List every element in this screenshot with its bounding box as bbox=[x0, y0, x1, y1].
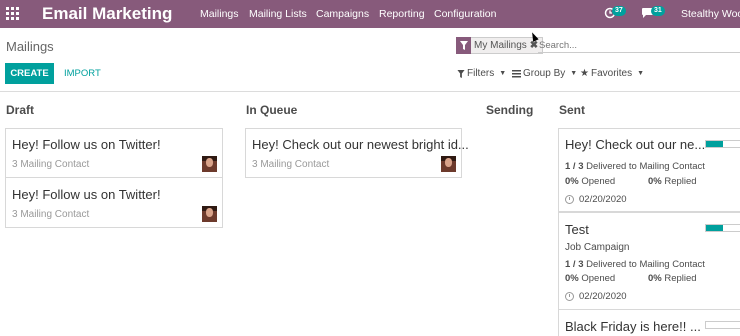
filters-label: Filters bbox=[467, 68, 495, 79]
user-menu[interactable]: Stealthy Wood bbox=[681, 8, 740, 20]
search-input[interactable] bbox=[538, 38, 740, 53]
favorites-dropdown[interactable]: ★ Favorites ▼ bbox=[580, 68, 644, 79]
replied-stat: 0% Replied bbox=[648, 273, 697, 284]
replied-label: Replied bbox=[664, 273, 697, 284]
kanban-card[interactable]: Test Job Campaign 1 / 3 Delivered to Mai… bbox=[558, 212, 740, 310]
messages-count-badge: 31 bbox=[651, 6, 665, 16]
delivered-count: 1 / 3 bbox=[565, 161, 584, 172]
replied-stat: 0% Replied bbox=[648, 176, 697, 187]
group-by-icon bbox=[512, 69, 521, 77]
opened-label: Opened bbox=[581, 176, 616, 187]
card-title: Hey! Follow us on Twitter! bbox=[12, 137, 161, 152]
replied-value: 0% bbox=[648, 176, 662, 187]
sent-date: 02/20/2020 bbox=[579, 194, 627, 205]
favorites-label: Favorites bbox=[590, 68, 633, 79]
facet-label: My Mailings bbox=[474, 40, 527, 51]
menu-mailings[interactable]: Mailings bbox=[200, 8, 239, 20]
column-title-sending: Sending bbox=[486, 103, 534, 117]
menu-campaigns[interactable]: Campaigns bbox=[316, 8, 369, 20]
opened-value: 0% bbox=[565, 273, 579, 284]
card-title: Hey! Check out our newest bright id... bbox=[252, 137, 469, 152]
kanban-card[interactable]: Black Friday is here!! ... bbox=[558, 309, 740, 336]
sent-date: 02/20/2020 bbox=[579, 291, 627, 302]
apps-grid-icon[interactable] bbox=[6, 7, 20, 21]
kanban-card[interactable]: Hey! Check out our ne... 1 / 3 Delivered… bbox=[558, 128, 740, 212]
menu-configuration[interactable]: Configuration bbox=[434, 8, 496, 20]
delivery-progress-bar bbox=[705, 321, 740, 329]
clock-icon bbox=[565, 292, 574, 301]
card-title: Black Friday is here!! ... bbox=[565, 319, 701, 334]
opened-label: Opened bbox=[581, 273, 616, 284]
kanban-card[interactable]: Hey! Follow us on Twitter! 3 Mailing Con… bbox=[5, 128, 223, 178]
filter-funnel-icon bbox=[456, 36, 471, 54]
import-button[interactable]: IMPORT bbox=[64, 68, 101, 79]
search-facet: My Mailings ✖ bbox=[456, 36, 544, 54]
delivered-line: 1 / 3 Delivered to Mailing Contact bbox=[565, 259, 705, 270]
delivered-line: 1 / 3 Delivered to Mailing Contact bbox=[565, 161, 705, 172]
groupby-label: Group By bbox=[523, 68, 566, 79]
clock-icon bbox=[565, 195, 574, 204]
column-title-sent: Sent bbox=[559, 103, 586, 117]
replied-label: Replied bbox=[664, 176, 697, 187]
avatar bbox=[202, 156, 217, 172]
opened-stat: 0% Opened bbox=[565, 176, 615, 187]
card-recipients: 3 Mailing Contact bbox=[12, 209, 90, 220]
card-title: Test bbox=[565, 222, 589, 237]
caret-down-icon: ▼ bbox=[499, 70, 507, 77]
delivered-text: Delivered to Mailing Contact bbox=[586, 161, 705, 172]
delivered-count: 1 / 3 bbox=[565, 259, 584, 270]
progress-fill bbox=[706, 141, 723, 147]
card-recipients: 3 Mailing Contact bbox=[252, 159, 330, 170]
control-panel-divider bbox=[0, 91, 740, 92]
menu-reporting[interactable]: Reporting bbox=[379, 8, 425, 20]
avatar bbox=[202, 206, 217, 222]
avatar bbox=[441, 156, 456, 172]
create-button[interactable]: CREATE bbox=[5, 63, 54, 84]
star-icon: ★ bbox=[580, 68, 589, 79]
caret-down-icon: ▼ bbox=[570, 70, 578, 77]
delivery-progress-bar bbox=[705, 140, 740, 148]
opened-value: 0% bbox=[565, 176, 579, 187]
campaign-name: Job Campaign bbox=[565, 242, 630, 253]
column-title-draft: Draft bbox=[6, 103, 35, 117]
kanban-card[interactable]: Hey! Check out our newest bright id... 3… bbox=[245, 128, 469, 178]
delivered-text: Delivered to Mailing Contact bbox=[586, 259, 705, 270]
caret-down-icon: ▼ bbox=[637, 70, 645, 77]
filters-dropdown[interactable]: Filters ▼ bbox=[457, 68, 506, 79]
card-recipients: 3 Mailing Contact bbox=[12, 159, 90, 170]
page-title: Mailings bbox=[6, 39, 54, 54]
replied-value: 0% bbox=[648, 273, 662, 284]
opened-stat: 0% Opened bbox=[565, 273, 615, 284]
activity-count-badge: 37 bbox=[612, 6, 626, 16]
groupby-dropdown[interactable]: Group By ▼ bbox=[512, 68, 577, 79]
delivery-progress-bar bbox=[705, 224, 740, 232]
filter-icon bbox=[457, 69, 465, 78]
card-title: Hey! Follow us on Twitter! bbox=[12, 187, 161, 202]
card-title: Hey! Check out our ne... bbox=[565, 137, 706, 152]
column-title-in-queue: In Queue bbox=[246, 103, 298, 117]
top-navbar: Email Marketing Mailings Mailing Lists C… bbox=[0, 0, 740, 28]
progress-fill bbox=[706, 225, 723, 231]
app-title: Email Marketing bbox=[42, 4, 173, 23]
kanban-card[interactable]: Hey! Follow us on Twitter! 3 Mailing Con… bbox=[5, 177, 223, 228]
menu-mailing-lists[interactable]: Mailing Lists bbox=[249, 8, 307, 20]
